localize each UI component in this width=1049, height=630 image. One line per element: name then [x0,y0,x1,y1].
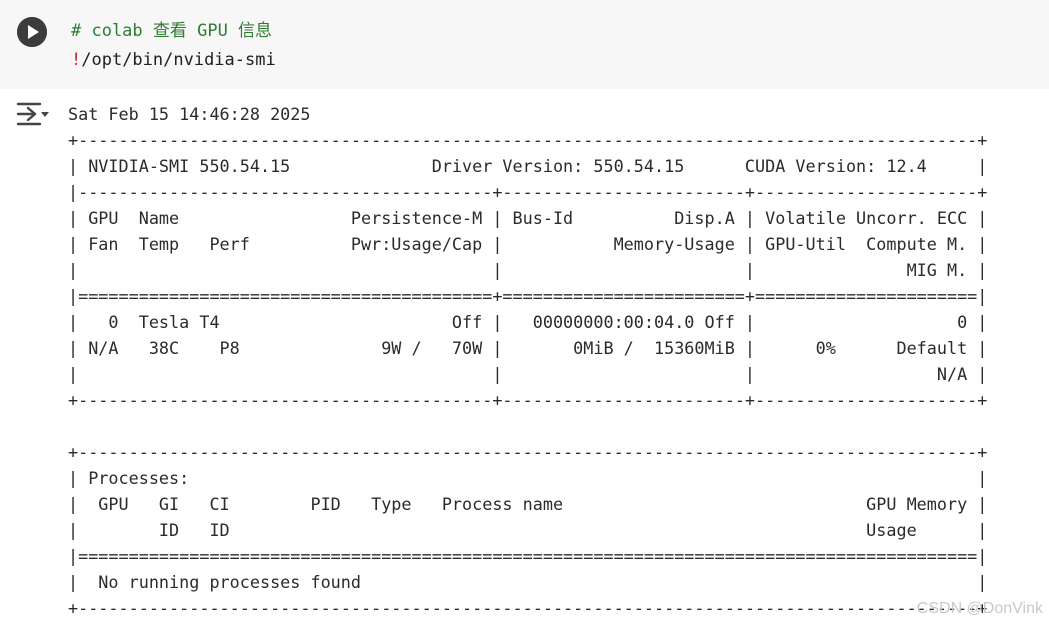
output-line: | | | N/A | [68,364,988,384]
output-line: +---------------------------------------… [68,130,988,150]
output-line: | GPU Name Persistence-M | Bus-Id Disp.A… [68,208,988,228]
code-comment-line[interactable]: # colab 查看 GPU 信息 [71,18,272,44]
output-line: | No running processes found | [68,572,988,592]
output-line: | N/A 38C P8 9W / 70W | 0MiB / 15360MiB … [68,338,988,358]
cell-output: Sat Feb 15 14:46:28 2025 +---------------… [68,101,987,621]
output-line: | Fan Temp Perf Pwr:Usage/Cap | Memory-U… [68,234,988,254]
output-line: |---------------------------------------… [68,182,988,202]
code-cell[interactable]: # colab 查看 GPU 信息 !/opt/bin/nvidia-smi [0,0,1049,89]
shell-bang: ! [71,50,82,70]
code-command-line[interactable]: !/opt/bin/nvidia-smi [71,47,276,73]
output-line: +---------------------------------------… [68,390,988,410]
output-line: | Processes: | [68,468,988,488]
output-line: |=======================================… [68,286,988,306]
shell-command: /opt/bin/nvidia-smi [81,50,276,70]
output-line: +---------------------------------------… [68,598,988,618]
output-line: | ID ID Usage | [68,520,988,540]
output-timestamp: Sat Feb 15 14:46:28 2025 [68,104,311,124]
output-line: | NVIDIA-SMI 550.54.15 Driver Version: 5… [68,156,988,176]
output-toggle-button[interactable] [14,98,54,130]
watermark: CSDN @DonVink [916,600,1043,617]
output-line: | 0 Tesla T4 Off | 00000000:00:04.0 Off … [68,312,988,332]
run-cell-button[interactable] [17,17,47,47]
output-collapse-icon [16,102,49,126]
output-line: |=======================================… [68,546,988,566]
output-line: | | | MIG M. | [68,260,988,280]
output-line: +---------------------------------------… [68,442,988,462]
play-circle-icon [17,17,47,47]
output-line: | GPU GI CI PID Type Process name GPU Me… [68,494,988,514]
